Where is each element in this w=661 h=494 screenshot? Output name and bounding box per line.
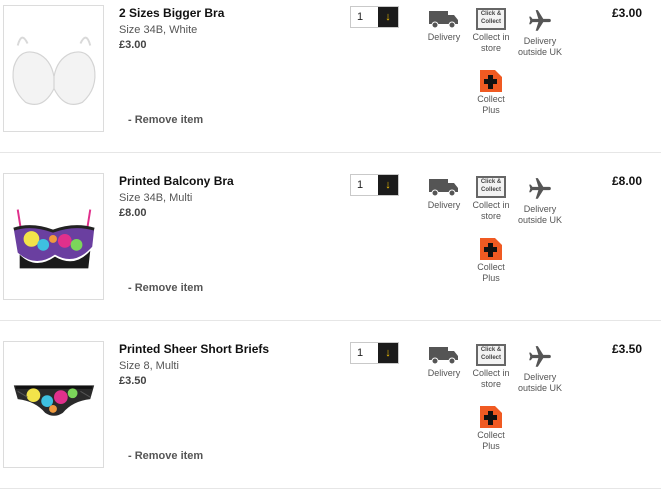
line-total-price: £3.50 [611,342,642,356]
collect-in-store-option: Click & Collect Collect in store [469,8,513,54]
collect-in-store-label-2: store [480,211,501,221]
delivery-outside-uk-option: Delivery outside UK [515,176,565,226]
collect-plus-icon [480,238,502,260]
badge-line1: Click & [480,11,502,17]
collect-in-store-label-1: Collect in [472,368,510,378]
collect-in-store-option: Click & Collect Collect in store [469,176,513,222]
delivery-label: Delivery [427,200,461,210]
click-and-collect-icon: Click & Collect [476,8,506,30]
delivery-truck-icon [429,179,458,197]
product-title[interactable]: 2 Sizes Bigger Bra [119,6,224,20]
collect-in-store-label-2: store [480,43,501,53]
collect-plus-label-1: Collect [477,262,505,272]
product-size-colour: Size 34B, White [119,24,198,36]
product-image[interactable] [3,341,104,468]
collect-plus-label-2: Plus [482,105,500,115]
printed-briefs-image [13,385,95,416]
collect-plus-label-2: Plus [482,273,500,283]
airplane-icon [529,346,551,367]
item-divider [0,320,661,321]
delivery-truck-icon [429,347,458,365]
click-and-collect-icon: Click & Collect [476,176,506,198]
product-title[interactable]: Printed Balcony Bra [119,174,234,188]
collect-in-store-label-1: Collect in [472,200,510,210]
outside-uk-label-2: outside UK [517,47,563,57]
item-divider [0,152,661,153]
product-image[interactable] [3,5,104,132]
printed-bra-image [13,209,95,269]
delivery-option: Delivery [424,8,464,43]
badge-line1: Click & [480,179,502,185]
delivery-outside-uk-option: Delivery outside UK [515,8,565,58]
collect-in-store-label-2: store [480,379,501,389]
quantity-select[interactable]: 1 ↓ [350,6,399,28]
chevron-down-icon[interactable]: ↓ [378,7,398,27]
outside-uk-label-2: outside UK [517,383,563,393]
collect-plus-option: Collect Plus [472,70,510,116]
basket-item: Printed Sheer Short Briefs Size 8, Multi… [0,336,661,494]
outside-uk-label-1: Delivery [523,372,557,382]
airplane-icon [529,178,551,199]
unit-price: £3.00 [119,39,147,51]
delivery-option: Delivery [424,176,464,211]
chevron-down-icon[interactable]: ↓ [378,175,398,195]
outside-uk-label-2: outside UK [517,215,563,225]
badge-line1: Click & [480,347,502,353]
delivery-label: Delivery [427,32,461,42]
airplane-icon [529,10,551,31]
line-total-price: £3.00 [611,6,642,20]
line-total-price: £8.00 [611,174,642,188]
outside-uk-label-1: Delivery [523,36,557,46]
click-and-collect-icon: Click & Collect [476,344,506,366]
product-size-colour: Size 8, Multi [119,360,179,372]
quantity-select[interactable]: 1 ↓ [350,174,399,196]
product-title[interactable]: Printed Sheer Short Briefs [119,342,269,356]
item-divider [0,488,661,489]
delivery-outside-uk-option: Delivery outside UK [515,344,565,394]
chevron-down-icon[interactable]: ↓ [378,343,398,363]
basket-item: Printed Balcony Bra Size 34B, Multi £8.0… [0,168,661,336]
quantity-value: 1 [357,347,364,359]
collect-plus-label-1: Collect [477,430,505,440]
collect-in-store-option: Click & Collect Collect in store [469,344,513,390]
delivery-option: Delivery [424,344,464,379]
collect-plus-icon [480,70,502,92]
collect-plus-icon [480,406,502,428]
product-size-colour: Size 34B, Multi [119,192,193,204]
badge-line2: Collect [480,355,501,361]
product-image[interactable] [3,173,104,300]
collect-plus-option: Collect Plus [472,238,510,284]
delivery-label: Delivery [427,368,461,378]
collect-in-store-label-1: Collect in [472,32,510,42]
collect-plus-label-2: Plus [482,441,500,451]
delivery-truck-icon [429,11,458,29]
unit-price: £8.00 [119,207,147,219]
white-bra-image [12,36,96,105]
unit-price: £3.50 [119,375,147,387]
quantity-select[interactable]: 1 ↓ [350,342,399,364]
collect-plus-label-1: Collect [477,94,505,104]
remove-item-link[interactable]: - Remove item [128,282,203,294]
remove-item-link[interactable]: - Remove item [128,450,203,462]
quantity-value: 1 [357,11,364,23]
basket-item: 2 Sizes Bigger Bra Size 34B, White £3.00… [0,0,661,168]
quantity-value: 1 [357,179,364,191]
badge-line2: Collect [480,187,501,193]
collect-plus-option: Collect Plus [472,406,510,452]
remove-item-link[interactable]: - Remove item [128,114,203,126]
outside-uk-label-1: Delivery [523,204,557,214]
badge-line2: Collect [480,19,501,25]
